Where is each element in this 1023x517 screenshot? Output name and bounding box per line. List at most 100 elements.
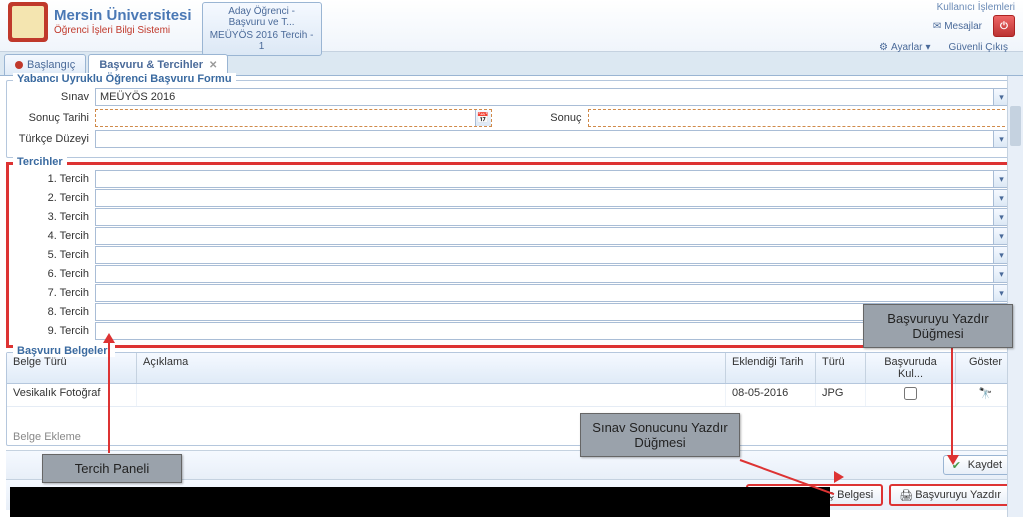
settings-link[interactable]: ⚙ Ayarlar ▾	[872, 39, 938, 56]
tercih-label: 6. Tercih	[13, 268, 89, 280]
callout-sinav-sonucu: Sınav Sonucunu Yazdır Düğmesi	[580, 413, 740, 457]
tercih-select[interactable]: ▾	[95, 170, 1010, 188]
calendar-icon[interactable]: 📅	[475, 110, 491, 126]
row-sonuc-tarihi: Sonuç Tarihi 📅	[13, 109, 492, 127]
tab-label: Başvuru & Tercihler	[99, 59, 203, 71]
belgeler-grid: Belge Türü Açıklama Eklendiği Tarih Türü…	[7, 353, 1016, 407]
annotation-arrow	[108, 343, 110, 453]
cell-aciklama	[137, 384, 726, 406]
basvuru-yazdir-label: Başvuruyu Yazdır	[915, 489, 1001, 501]
logout-link[interactable]: Güvenli Çıkış	[942, 39, 1015, 56]
turkce-select[interactable]: ▾	[95, 130, 1010, 148]
bullet-icon	[15, 61, 23, 69]
checkbox[interactable]	[904, 387, 917, 400]
tercih-row: 6. Tercih ▾	[13, 265, 1010, 283]
belge-ekleme-label: Belge Ekleme	[7, 407, 1016, 445]
tercih-label: 4. Tercih	[13, 230, 89, 242]
binoculars-icon[interactable]: 🔭	[979, 388, 993, 400]
turkce-label: Türkçe Düzeyi	[13, 133, 89, 145]
settings-label: Ayarlar	[891, 42, 923, 53]
tercih-select[interactable]: ▾	[95, 265, 1010, 283]
col-basvuruda-kul[interactable]: Başvuruda Kul...	[866, 353, 956, 383]
tab-label: Başlangıç	[27, 59, 75, 71]
tercih-row: 1. Tercih ▾	[13, 170, 1010, 188]
kaydet-label: Kaydet	[968, 459, 1002, 471]
tercih-select[interactable]: ▾	[95, 189, 1010, 207]
row-sonuc: Sonuç	[532, 109, 1011, 127]
tercih-select[interactable]: ▾	[95, 208, 1010, 226]
tercih-label: 1. Tercih	[13, 173, 89, 185]
tercih-label: 5. Tercih	[13, 249, 89, 261]
sonuc-tarihi-input[interactable]: 📅	[95, 109, 492, 127]
tercih-label: 3. Tercih	[13, 211, 89, 223]
basvuruyu-yazdir-button[interactable]: 🖨 Başvuruyu Yazdır	[889, 484, 1011, 506]
university-name: Mersin Üniversitesi	[54, 8, 192, 25]
tercih-select[interactable]: ▾	[95, 284, 1010, 302]
cell-basvuruda-kul	[866, 384, 956, 406]
vertical-scrollbar[interactable]	[1007, 76, 1023, 517]
system-name: Öğrenci İşleri Bilgi Sistemi	[54, 25, 192, 36]
form-title: Yabancı Uyruklu Öğrenci Başvuru Formu	[13, 73, 236, 85]
application-form-panel: Yabancı Uyruklu Öğrenci Başvuru Formu Sı…	[6, 80, 1017, 158]
user-operations: Kullanıcı İşlemleri ✉ Mesajlar ⏻ ⚙ Ayarl…	[864, 0, 1023, 58]
logo-area: Mersin Üniversitesi Öğrenci İşleri Bilgi…	[0, 0, 200, 44]
row-sinav: Sınav MEÜYÖS 2016 ▾	[13, 88, 1010, 106]
app-header: Mersin Üniversitesi Öğrenci İşleri Bilgi…	[0, 0, 1023, 52]
tercih-label: 7. Tercih	[13, 287, 89, 299]
close-icon[interactable]: ✕	[209, 60, 217, 71]
sonuc-tarihi-label: Sonuç Tarihi	[13, 112, 89, 124]
arrow-head-icon	[947, 455, 959, 465]
open-tab-subtitle: MEÜYÖS 2016 Tercih - 1	[209, 30, 315, 52]
messages-link[interactable]: ✉ Mesajlar	[926, 18, 989, 35]
arrow-head-icon	[834, 471, 844, 483]
col-turu[interactable]: Türü	[816, 353, 866, 383]
tercih-select[interactable]: ▾	[95, 227, 1010, 245]
tercih-row: 4. Tercih ▾	[13, 227, 1010, 245]
tercih-row: 5. Tercih ▾	[13, 246, 1010, 264]
col-eklendigi-tarih[interactable]: Eklendiği Tarih	[726, 353, 816, 383]
tercih-label: 8. Tercih	[13, 306, 89, 318]
annotation-arrow	[951, 342, 953, 457]
open-window-tab[interactable]: Aday Öğrenci - Başvuru ve T... MEÜYÖS 20…	[202, 2, 322, 56]
printer-icon: 🖨	[899, 489, 911, 501]
belgeler-panel: Başvuru Belgeleri Belge Türü Açıklama Ek…	[6, 352, 1017, 446]
col-aciklama[interactable]: Açıklama	[137, 353, 726, 383]
arrow-head-icon	[103, 333, 115, 343]
tercih-label: 2. Tercih	[13, 192, 89, 204]
chevron-down-icon: ▾	[926, 42, 931, 53]
scrollbar-thumb[interactable]	[1010, 106, 1021, 146]
callout-basvuru-yazdir: Başvuruyu Yazdır Düğmesi	[863, 304, 1013, 348]
grid-body: Vesikalık Fotoğraf 08-05-2016JPG 🔭	[7, 384, 1016, 407]
sinav-label: Sınav	[13, 91, 89, 103]
content-area: Yabancı Uyruklu Öğrenci Başvuru Formu Sı…	[0, 76, 1023, 514]
tercih-row: 7. Tercih ▾	[13, 284, 1010, 302]
col-belge-turu[interactable]: Belge Türü	[7, 353, 137, 383]
belgeler-title: Başvuru Belgeleri	[13, 345, 115, 357]
tercih-list: 1. Tercih ▾ 2. Tercih ▾ 3. Tercih ▾ 4. Tercih ▾…	[13, 170, 1010, 340]
grid-header: Belge Türü Açıklama Eklendiği Tarih Türü…	[7, 353, 1016, 384]
tercih-row: 3. Tercih ▾	[13, 208, 1010, 226]
sinav-value: MEÜYÖS 2016	[100, 91, 175, 103]
tercihler-title: Tercihler	[13, 156, 67, 168]
sonuc-input[interactable]	[588, 109, 1011, 127]
cell-turu: JPG	[816, 384, 866, 406]
tab-basvuru-tercihler[interactable]: Başvuru & Tercihler ✕	[88, 54, 228, 75]
user-ops-title: Kullanıcı İşlemleri	[872, 2, 1015, 13]
open-windows: Aday Öğrenci - Başvuru ve T... MEÜYÖS 20…	[200, 0, 324, 58]
tab-baslangic[interactable]: Başlangıç	[4, 54, 86, 75]
sonuc-label: Sonuç	[532, 112, 582, 124]
row-turkce: Türkçe Düzeyi ▾	[13, 130, 1010, 148]
cell-tarih: 08-05-2016	[726, 384, 816, 406]
power-button[interactable]: ⏻	[993, 15, 1015, 37]
tercih-label: 9. Tercih	[13, 325, 89, 337]
tercih-row: 9. Tercih▾	[13, 322, 1010, 340]
tercih-select[interactable]: ▾	[95, 246, 1010, 264]
sinav-select[interactable]: MEÜYÖS 2016 ▾	[95, 88, 1010, 106]
callout-tercih-paneli: Tercih Paneli	[42, 454, 182, 483]
table-row[interactable]: Vesikalık Fotoğraf 08-05-2016JPG 🔭	[7, 384, 1016, 407]
open-tab-title: Aday Öğrenci - Başvuru ve T...	[209, 6, 315, 28]
university-logo	[8, 2, 48, 42]
envelope-icon: ✉	[933, 21, 941, 32]
messages-label: Mesajlar	[944, 21, 982, 32]
cell-belge: Vesikalık Fotoğraf	[7, 384, 137, 406]
